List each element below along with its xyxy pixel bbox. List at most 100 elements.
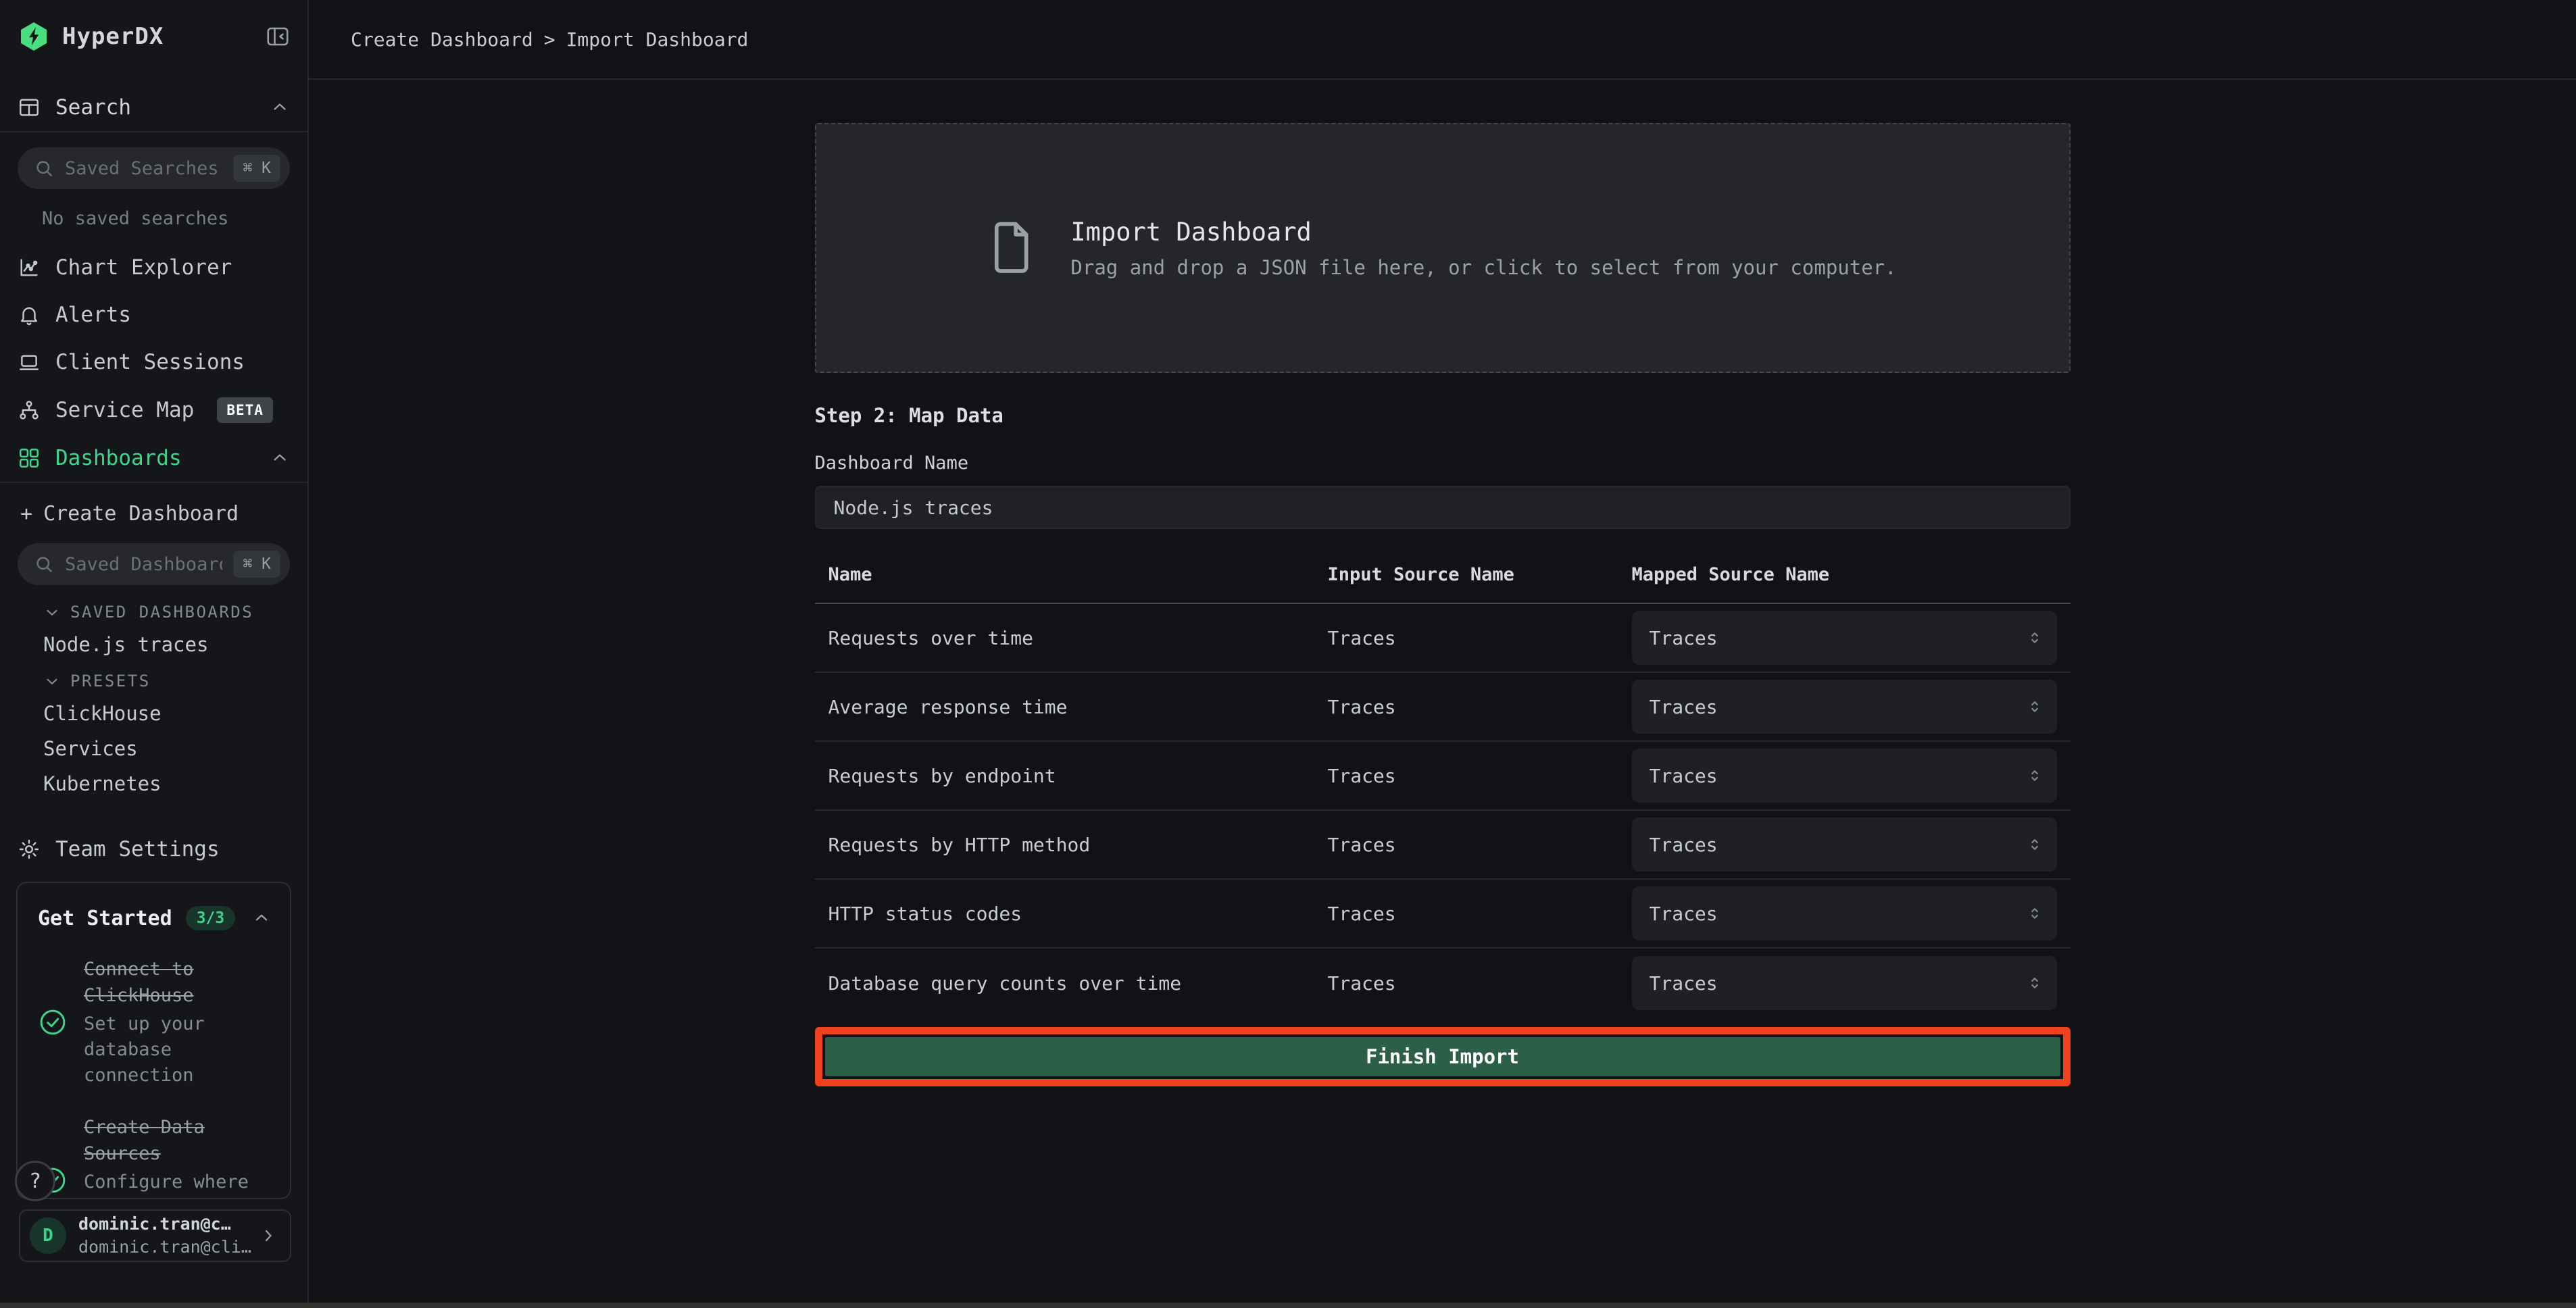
row-name: Requests by HTTP method: [828, 834, 1328, 856]
nav-label: Alerts: [55, 303, 131, 327]
get-started-item-title: Connect to ClickHouse: [84, 956, 271, 1009]
sidebar-item-client-sessions[interactable]: Client Sessions: [0, 338, 307, 386]
chevron-up-icon: [270, 448, 290, 468]
column-header-input-source: Input Source Name: [1328, 564, 1632, 585]
row-name: Database query counts over time: [828, 972, 1328, 995]
table-row: Requests by endpoint Traces Traces: [815, 742, 2071, 811]
help-button[interactable]: ?: [15, 1161, 55, 1201]
main-area: Create Dashboard > Import Dashboard Impo…: [309, 0, 2576, 1308]
avatar: D: [30, 1217, 66, 1254]
bell-icon: [18, 303, 41, 326]
sidebar-item-dashboards[interactable]: Dashboards: [0, 434, 307, 482]
sidebar-item-clickhouse[interactable]: ClickHouse: [0, 696, 307, 731]
sidebar-item-nodejs-traces[interactable]: Node.js traces: [0, 627, 307, 662]
app-title: HyperDX: [62, 23, 164, 50]
get-started-item-sources[interactable]: Create Data Sources Configure where your…: [38, 1114, 271, 1199]
no-saved-searches-text: No saved searches: [0, 189, 307, 229]
chevron-right-icon: [259, 1226, 278, 1245]
row-input-source: Traces: [1328, 903, 1632, 925]
dropzone-texts: Import Dashboard Drag and drop a JSON fi…: [1070, 218, 1896, 279]
saved-dashboards-search[interactable]: ⌘ K: [18, 543, 290, 585]
search-icon: [34, 554, 54, 574]
step-label: Step 2: Map Data: [815, 404, 2071, 427]
group-saved-dashboards[interactable]: SAVED DASHBOARDS: [0, 585, 307, 627]
select-value: Traces: [1650, 627, 1718, 649]
check-circle-icon: [38, 1007, 68, 1037]
sidebar-header: HyperDX: [0, 0, 307, 70]
dashboards-grid-icon: [18, 447, 41, 470]
chevron-up-icon: [270, 97, 290, 118]
get-started-header[interactable]: Get Started 3/3: [38, 906, 271, 930]
selector-icon: [2026, 836, 2044, 853]
import-dropzone[interactable]: Import Dashboard Drag and drop a JSON fi…: [815, 123, 2071, 373]
mapped-source-select[interactable]: Traces: [1632, 611, 2057, 665]
chevron-down-icon: [43, 672, 61, 690]
divider: [0, 131, 307, 132]
sidebar-item-search[interactable]: Search: [0, 84, 307, 131]
user-email: dominic.tran@cli…: [78, 1236, 247, 1259]
dashboard-name-input[interactable]: [815, 486, 2071, 529]
mapped-source-select[interactable]: Traces: [1632, 818, 2057, 872]
mapped-source-select[interactable]: Traces: [1632, 680, 2057, 734]
sidebar-item-chart-explorer[interactable]: Chart Explorer: [0, 244, 307, 291]
sidebar-collapse-button[interactable]: [266, 24, 290, 49]
group-presets[interactable]: PRESETS: [0, 662, 307, 696]
breadcrumb: Create Dashboard > Import Dashboard: [309, 0, 2576, 80]
nav-label: Service Map: [55, 398, 194, 422]
mapped-source-select[interactable]: Traces: [1632, 749, 2057, 803]
breadcrumb-create-dashboard[interactable]: Create Dashboard: [351, 28, 533, 51]
dropzone-subtitle: Drag and drop a JSON file here, or click…: [1070, 256, 1896, 279]
row-input-source: Traces: [1328, 627, 1632, 649]
table-row: Requests by HTTP method Traces Traces: [815, 811, 2071, 880]
selector-icon: [2026, 974, 2044, 992]
file-icon: [988, 218, 1034, 278]
gear-icon: [18, 838, 41, 861]
user-texts: dominic.tran@c… dominic.tran@cli…: [78, 1213, 247, 1259]
breadcrumb-import-dashboard: Import Dashboard: [566, 28, 749, 51]
sidebar-item-alerts[interactable]: Alerts: [0, 291, 307, 338]
group-label-text: PRESETS: [70, 672, 151, 690]
chart-explorer-icon: [18, 256, 41, 279]
create-dashboard-button[interactable]: + Create Dashboard: [0, 483, 307, 531]
select-value: Traces: [1650, 903, 1718, 925]
row-name: HTTP status codes: [828, 903, 1328, 925]
row-name: Average response time: [828, 696, 1328, 718]
service-map-icon: [18, 399, 41, 422]
finish-import-button[interactable]: Finish Import: [825, 1037, 2060, 1076]
row-input-source: Traces: [1328, 765, 1632, 787]
sidebar-item-service-map[interactable]: Service Map BETA: [0, 386, 307, 434]
selector-icon: [2026, 905, 2044, 922]
dropzone-title: Import Dashboard: [1070, 218, 1896, 247]
get-started-item-description: Configure where your data comes from: [84, 1169, 271, 1199]
bottom-edge-strip: [309, 1303, 2576, 1308]
table-row: Average response time Traces Traces: [815, 673, 2071, 742]
sidebar-item-services[interactable]: Services: [0, 731, 307, 766]
sidebar-item-team-settings[interactable]: Team Settings: [0, 826, 307, 873]
saved-searches-input[interactable]: [65, 158, 222, 179]
progress-badge: 3/3: [186, 906, 236, 930]
row-name: Requests by endpoint: [828, 765, 1328, 787]
app-root: HyperDX Search ⌘: [0, 0, 2576, 1308]
saved-dashboards-input[interactable]: [65, 554, 222, 575]
row-input-source: Traces: [1328, 696, 1632, 718]
selector-icon: [2026, 698, 2044, 715]
dashboard-name-label: Dashboard Name: [815, 453, 2071, 474]
laptop-icon: [18, 351, 41, 374]
select-value: Traces: [1650, 834, 1718, 856]
get-started-item-connect[interactable]: Connect to ClickHouse Set up your databa…: [38, 956, 271, 1088]
app-logo[interactable]: HyperDX: [18, 20, 266, 53]
selector-icon: [2026, 629, 2044, 647]
sidebar-item-kubernetes[interactable]: Kubernetes: [0, 766, 307, 801]
question-mark-icon: ?: [29, 1169, 41, 1193]
mapped-source-select[interactable]: Traces: [1632, 956, 2057, 1010]
row-input-source: Traces: [1328, 834, 1632, 856]
get-started-title: Get Started: [38, 907, 172, 930]
user-menu[interactable]: D dominic.tran@c… dominic.tran@cli…: [19, 1209, 291, 1262]
group-label-text: SAVED DASHBOARDS: [70, 603, 253, 622]
saved-searches-search[interactable]: ⌘ K: [18, 147, 290, 189]
selector-icon: [2026, 767, 2044, 784]
content: Import Dashboard Drag and drop a JSON fi…: [309, 80, 2576, 1308]
breadcrumb-separator: >: [544, 28, 555, 51]
mapped-source-select[interactable]: Traces: [1632, 886, 2057, 940]
nav-label: Chart Explorer: [55, 255, 232, 280]
